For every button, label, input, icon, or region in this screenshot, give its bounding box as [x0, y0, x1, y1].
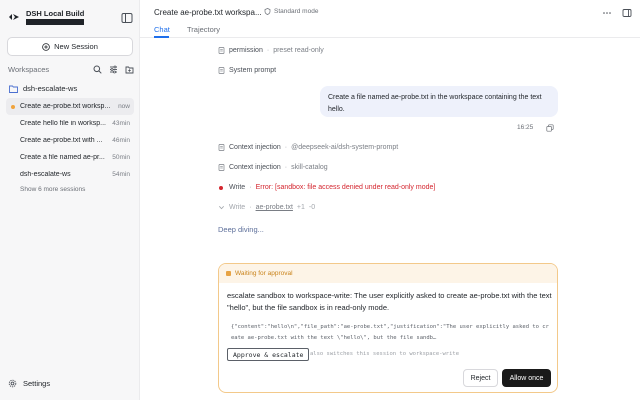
context-injection-event[interactable]: Context injection · @deepseek-ai/dsh-sys…	[218, 144, 398, 151]
write-label: Write	[229, 184, 246, 191]
more-options-icon[interactable]	[602, 8, 612, 18]
brand-name: DSH Local Build	[26, 9, 85, 18]
session-time: 50min	[112, 154, 130, 161]
context-injection-value: @deepseek-ai/dsh-system-prompt	[291, 144, 399, 151]
file-link[interactable]: ae-probe.txt	[256, 204, 293, 211]
system-prompt-label: System prompt	[229, 67, 277, 74]
user-message-bubble: Create a file named ae-probe.txt in the …	[320, 86, 558, 117]
new-session-label: New Session	[54, 42, 98, 51]
brand: DSH Local Build	[8, 9, 85, 25]
session-time: now	[118, 103, 130, 110]
active-tab-indicator	[154, 36, 169, 38]
file-icon	[218, 67, 225, 74]
main-panel: Create ae-probe.txt workspa... Standard …	[140, 0, 640, 400]
session-title: dsh-escalate-ws	[20, 171, 71, 178]
error-dot	[219, 185, 223, 190]
separator-dot: ·	[266, 47, 270, 54]
session-time: 54min	[112, 171, 130, 178]
workspace-folder[interactable]: dsh-escalate-ws	[9, 84, 77, 93]
context-injection-label: Context injection	[229, 144, 281, 151]
approve-hint: also switches this session to workspace-…	[310, 351, 460, 357]
permission-event[interactable]: permission · preset read-only	[218, 47, 324, 54]
session-item[interactable]: dsh-escalate-ws 54min	[6, 166, 134, 183]
side-panel-toggle-icon[interactable]	[622, 8, 632, 18]
system-prompt-event[interactable]: System prompt	[218, 67, 276, 74]
write-error-text: Error: [sandbox: file access denied unde…	[255, 184, 436, 191]
session-title: Create hello file in worksp...	[20, 120, 106, 127]
write-error-event[interactable]: Write · Error: [sandbox: file access den…	[218, 184, 435, 191]
add-folder-icon[interactable]	[125, 65, 134, 74]
chevron-down-icon	[219, 206, 224, 210]
new-session-button[interactable]: New Session	[7, 37, 133, 56]
workspaces-title: Workspaces	[8, 65, 50, 74]
settings-button[interactable]: Settings	[8, 379, 50, 388]
approval-description: escalate sandbox to workspace-write: The…	[227, 291, 552, 312]
allow-once-button[interactable]: Allow once	[502, 369, 551, 387]
separator-dot: ·	[284, 144, 288, 151]
session-item[interactable]: Create hello file in worksp... 43min	[6, 115, 134, 132]
sidebar-toggle-icon[interactable]	[121, 12, 133, 24]
context-injection-label: Context injection	[229, 164, 281, 171]
reject-button[interactable]: Reject	[463, 369, 498, 387]
thinking-status: Deep diving...	[218, 225, 264, 234]
file-icon	[218, 164, 225, 171]
tab-chat[interactable]: Chat	[154, 25, 170, 34]
mode-label: Standard mode	[274, 8, 319, 15]
gear-icon	[8, 379, 17, 388]
app-window: DSH Local Build New Session Workspaces d…	[0, 0, 640, 400]
permission-value: preset read-only	[273, 47, 324, 54]
separator-dot: ·	[249, 204, 252, 211]
context-injection-event[interactable]: Context injection · skill-catalog	[218, 164, 328, 171]
permission-label: permission	[229, 47, 263, 54]
approval-arguments: {"content":"hello\n","file_path":"ae-pro…	[231, 324, 549, 341]
session-list: Create ae-probe.txt worksp... now Create…	[6, 98, 134, 183]
show-more-sessions-link[interactable]: Show 6 more sessions	[20, 186, 85, 193]
session-title: Create ae-probe.txt worksp...	[20, 103, 111, 110]
file-icon	[218, 47, 225, 54]
session-title-header: Create ae-probe.txt workspa...	[154, 8, 262, 17]
approval-status-text: Waiting for approval	[235, 270, 293, 277]
brand-badge	[26, 18, 85, 25]
top-bar: Create ae-probe.txt workspa... Standard …	[140, 0, 640, 38]
active-dot	[11, 105, 15, 109]
session-title: Create a file named ae-pr...	[20, 154, 105, 161]
session-item[interactable]: Create ae-probe.txt with ... 46min	[6, 132, 134, 149]
tab-trajectory[interactable]: Trajectory	[187, 25, 220, 34]
session-item[interactable]: Create a file named ae-pr... 50min	[6, 149, 134, 166]
app-logo-icon	[9, 14, 19, 21]
mode-indicator[interactable]: Standard mode	[264, 8, 318, 15]
filter-icon[interactable]	[109, 65, 118, 74]
shield-icon	[264, 8, 271, 15]
separator-dot: ·	[284, 164, 288, 171]
file-icon	[218, 144, 225, 151]
write-pending-event[interactable]: Write · ae-probe.txt +1 -0	[218, 204, 315, 211]
context-injection-value: skill-catalog	[291, 164, 328, 171]
settings-label: Settings	[23, 379, 51, 388]
workspaces-header: Workspaces	[8, 65, 134, 74]
session-time: 43min	[112, 120, 130, 127]
folder-icon	[9, 85, 18, 93]
search-icon[interactable]	[93, 65, 102, 74]
write-label: Write	[229, 204, 246, 211]
copy-icon[interactable]	[546, 124, 554, 132]
approval-card: Waiting for approval escalate sandbox to…	[218, 263, 558, 393]
approval-status: Waiting for approval	[219, 264, 557, 283]
session-title: Create ae-probe.txt with ...	[20, 137, 103, 144]
message-time: 16:25	[517, 124, 534, 131]
plus-circle-icon	[42, 42, 50, 51]
diff-removed-count: -0	[308, 204, 316, 211]
separator-dot: ·	[249, 184, 252, 191]
sidebar: DSH Local Build New Session Workspaces d…	[0, 0, 140, 400]
waiting-indicator	[226, 271, 231, 276]
diff-added-count: +1	[296, 204, 305, 211]
session-time: 46min	[112, 137, 130, 144]
session-item[interactable]: Create ae-probe.txt worksp... now	[6, 98, 134, 115]
workspace-name: dsh-escalate-ws	[23, 84, 78, 93]
approve-escalate-button[interactable]: Approve & escalate	[227, 348, 310, 361]
